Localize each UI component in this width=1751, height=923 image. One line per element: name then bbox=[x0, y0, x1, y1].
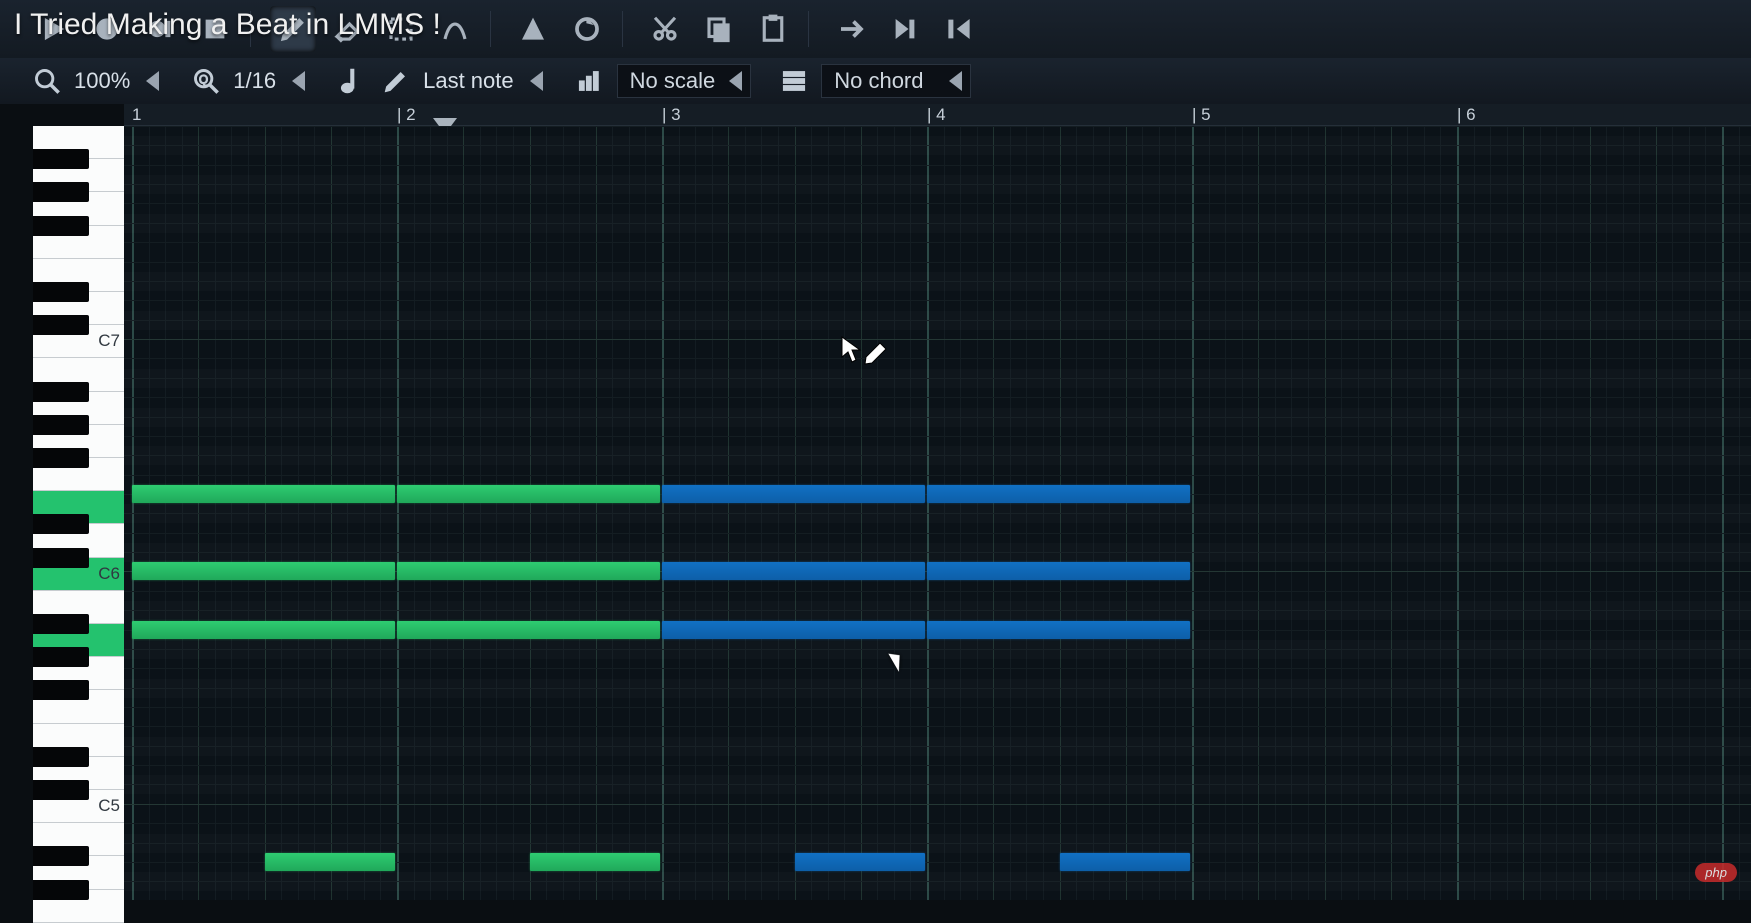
midi-note[interactable] bbox=[132, 485, 395, 503]
black-key[interactable] bbox=[33, 548, 89, 568]
midi-note[interactable] bbox=[662, 485, 925, 503]
detune-tool-icon[interactable] bbox=[432, 6, 478, 52]
control-toolbar: 100% Q 1/16 Last note No scale No chord bbox=[0, 58, 1751, 104]
midi-note[interactable] bbox=[132, 621, 395, 639]
paste-icon[interactable] bbox=[750, 6, 796, 52]
record-icon[interactable] bbox=[84, 6, 130, 52]
record-step-icon[interactable] bbox=[138, 6, 184, 52]
bar-label: | 6 bbox=[1457, 105, 1476, 125]
black-key[interactable] bbox=[33, 846, 89, 866]
scale-combo[interactable]: No scale bbox=[617, 64, 752, 98]
midi-note[interactable] bbox=[1060, 853, 1191, 871]
midi-note[interactable] bbox=[397, 621, 660, 639]
copy-icon[interactable] bbox=[696, 6, 742, 52]
midi-note[interactable] bbox=[397, 562, 660, 580]
flip-x-icon[interactable] bbox=[564, 6, 610, 52]
stop-icon[interactable] bbox=[192, 6, 238, 52]
main-toolbar bbox=[0, 0, 1751, 58]
black-key[interactable] bbox=[33, 315, 89, 335]
black-key[interactable] bbox=[33, 382, 89, 402]
goto-next-icon[interactable] bbox=[828, 6, 874, 52]
svg-text:Q: Q bbox=[199, 73, 208, 86]
black-key[interactable] bbox=[33, 182, 89, 202]
zoom-value[interactable]: 100% bbox=[74, 68, 130, 94]
quantize-value[interactable]: 1/16 bbox=[233, 68, 276, 94]
black-key[interactable] bbox=[33, 216, 89, 236]
midi-note[interactable] bbox=[927, 562, 1190, 580]
quantize-dropdown-icon[interactable] bbox=[292, 71, 305, 91]
black-key[interactable] bbox=[33, 647, 89, 667]
black-key[interactable] bbox=[33, 282, 89, 302]
timeline-ruler[interactable]: 1 | 2 | 3 | 4 | 5 | 6 bbox=[124, 104, 1751, 126]
erase-tool-icon[interactable] bbox=[324, 6, 370, 52]
black-key[interactable] bbox=[33, 680, 89, 700]
note-icon bbox=[335, 64, 369, 98]
bar-label: | 4 bbox=[927, 105, 946, 125]
midi-note[interactable] bbox=[927, 485, 1190, 503]
midi-note[interactable] bbox=[662, 562, 925, 580]
midi-note[interactable] bbox=[662, 621, 925, 639]
pencil-small-icon bbox=[379, 64, 413, 98]
play-icon[interactable] bbox=[30, 6, 76, 52]
chord-value: No chord bbox=[834, 68, 935, 94]
bar-label: | 2 bbox=[397, 105, 416, 125]
midi-note[interactable] bbox=[132, 562, 395, 580]
black-key[interactable] bbox=[33, 514, 89, 534]
watermark-text: php bbox=[1695, 863, 1737, 882]
bar-label: | 5 bbox=[1192, 105, 1211, 125]
chord-combo[interactable]: No chord bbox=[821, 64, 971, 98]
watermark: php bbox=[1695, 863, 1737, 882]
black-key[interactable] bbox=[33, 415, 89, 435]
bar-label: | 3 bbox=[662, 105, 681, 125]
chord-dropdown-icon[interactable] bbox=[949, 71, 962, 91]
black-key[interactable] bbox=[33, 880, 89, 900]
flip-y-icon[interactable] bbox=[510, 6, 556, 52]
note-length-value[interactable]: Last note bbox=[423, 68, 514, 94]
black-key[interactable] bbox=[33, 747, 89, 767]
zoom-dropdown-icon[interactable] bbox=[146, 71, 159, 91]
bar-label: 1 bbox=[132, 105, 141, 125]
quantize-icon[interactable]: Q bbox=[189, 64, 223, 98]
note-grid[interactable] bbox=[124, 126, 1751, 900]
skip-start-icon[interactable] bbox=[936, 6, 982, 52]
chord-icon bbox=[777, 64, 811, 98]
black-key[interactable] bbox=[33, 780, 89, 800]
scale-value: No scale bbox=[630, 68, 716, 94]
scale-icon bbox=[573, 64, 607, 98]
piano-keyboard[interactable]: C7C6C5 bbox=[33, 126, 124, 900]
black-key[interactable] bbox=[33, 149, 89, 169]
note-length-dropdown-icon[interactable] bbox=[530, 71, 543, 91]
draw-tool-icon[interactable] bbox=[270, 6, 316, 52]
midi-note[interactable] bbox=[265, 853, 396, 871]
black-key[interactable] bbox=[33, 448, 89, 468]
midi-note[interactable] bbox=[530, 853, 661, 871]
skip-end-icon[interactable] bbox=[882, 6, 928, 52]
midi-note[interactable] bbox=[927, 621, 1190, 639]
zoom-icon[interactable] bbox=[30, 64, 64, 98]
black-key[interactable] bbox=[33, 614, 89, 634]
midi-note[interactable] bbox=[795, 853, 926, 871]
scale-dropdown-icon[interactable] bbox=[729, 71, 742, 91]
select-tool-icon[interactable] bbox=[378, 6, 424, 52]
cut-icon[interactable] bbox=[642, 6, 688, 52]
left-gutter bbox=[0, 126, 33, 900]
midi-note[interactable] bbox=[397, 485, 660, 503]
